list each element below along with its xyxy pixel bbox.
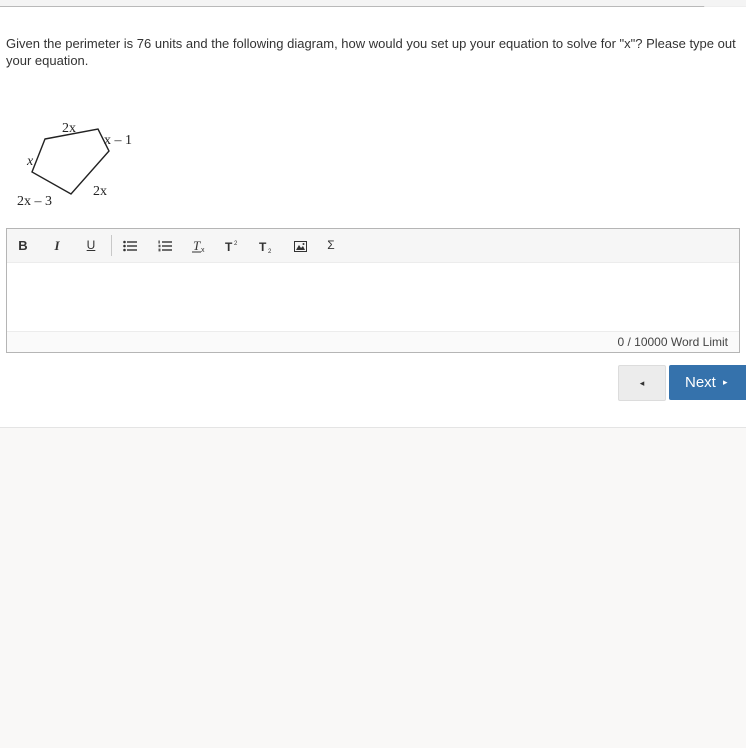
svg-text:T: T [193,239,201,253]
svg-text:T: T [225,240,233,253]
svg-text:x: x [201,247,205,253]
svg-text:T: T [259,240,267,253]
question-panel: Given the perimeter is 76 units and the … [0,7,746,428]
insert-image-icon [293,241,307,252]
previous-button[interactable]: ◂ [618,365,666,401]
bold-button[interactable]: B [12,237,34,254]
next-button[interactable]: Next ▸ [669,365,746,400]
side-label-left: x [26,154,34,169]
side-label-top: 2x [62,121,76,136]
subscript-button[interactable]: T 2 [255,237,277,255]
underline-button[interactable]: U [80,237,102,254]
side-label-bottom-left: 2x – 3 [17,194,52,209]
numbered-list-icon [158,240,172,252]
answer-text-area[interactable] [7,263,739,331]
clear-formatting-icon: T x [192,238,205,254]
bulleted-list-button[interactable] [119,237,141,254]
svg-text:2: 2 [268,249,272,253]
previous-arrow-icon: ◂ [639,378,645,388]
superscript-button[interactable]: T 2 [221,237,243,254]
numbered-list-button[interactable] [154,237,176,254]
next-arrow-icon: ▸ [723,377,728,387]
top-bar [0,0,746,7]
next-button-label: Next [685,374,716,391]
italic-button[interactable]: I [46,237,68,254]
toolbar-separator [111,235,112,256]
side-label-top-right: x – 1 [104,133,132,148]
rich-text-editor: B I U T x T 2 T 2 Σ 0 / 10000 Word Limit [6,228,740,353]
editor-toolbar: B I U T x T 2 T 2 Σ [7,229,739,263]
bulleted-list-icon [123,240,137,252]
word-count: 0 / 10000 Word Limit [7,331,739,352]
equation-button[interactable]: Σ [320,237,342,254]
svg-text:2: 2 [234,241,238,247]
superscript-icon: T 2 [225,240,238,254]
question-text: Given the perimeter is 76 units and the … [6,36,736,68]
insert-image-button[interactable] [289,237,311,254]
side-label-right: 2x [93,184,107,199]
clear-formatting-button[interactable]: T x [188,237,210,254]
subscript-icon: T 2 [259,240,272,255]
pentagon-diagram: 2x x – 1 2x 2x – 3 x [17,121,132,209]
